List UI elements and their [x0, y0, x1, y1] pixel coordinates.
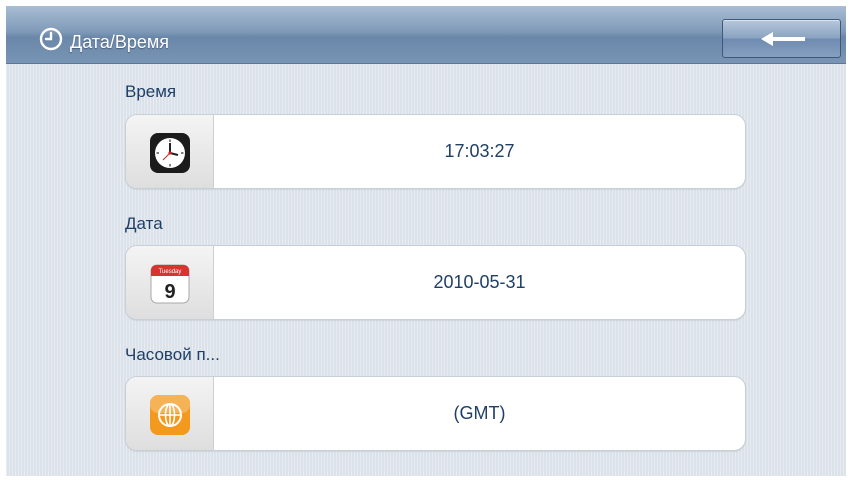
page-title: Дата/Время	[70, 32, 170, 52]
timezone-field[interactable]: (GMT)	[125, 376, 746, 451]
time-field[interactable]: 17:03:27	[125, 114, 746, 189]
title-bar: Дата/Время	[6, 6, 846, 64]
date-field[interactable]: Tuesday 9 2010-05-31	[125, 245, 746, 320]
clock-app-icon	[148, 131, 192, 175]
timezone-icon-cell	[126, 377, 214, 450]
timezone-label: Часовой п...	[125, 345, 220, 364]
calendar-icon: Tuesday 9	[148, 262, 192, 306]
date-value: 2010-05-31	[433, 272, 526, 292]
date-time-screen: Дата/Время Время 17:03:27 Дата Tuesday 9…	[0, 0, 853, 482]
date-icon-cell: Tuesday 9	[126, 246, 214, 319]
date-label: Дата	[125, 214, 163, 233]
clock-icon	[39, 27, 63, 51]
back-button[interactable]	[722, 19, 841, 58]
time-icon-cell	[126, 115, 214, 188]
timezone-value: (GMT)	[453, 403, 506, 423]
calendar-weekday: Tuesday	[159, 269, 182, 275]
time-label: Время	[125, 82, 177, 101]
settings-list: Время 17:03:27 Дата Tuesday 9 2010-05-31…	[6, 64, 846, 476]
arrow-left-icon	[761, 32, 805, 46]
calendar-day: 9	[164, 281, 175, 303]
time-value: 17:03:27	[444, 141, 515, 161]
globe-icon	[148, 393, 192, 437]
